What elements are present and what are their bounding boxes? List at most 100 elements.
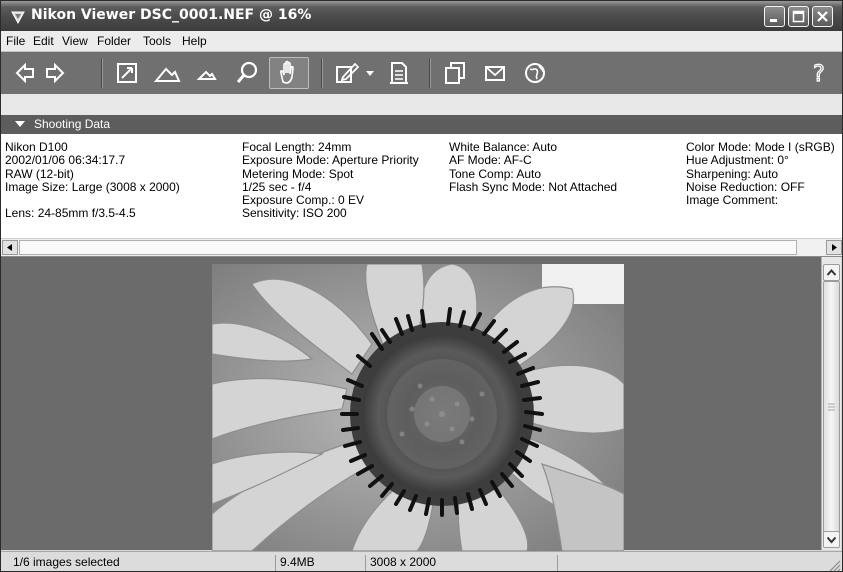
magnifier-icon bbox=[236, 61, 258, 83]
arrow-left-icon bbox=[7, 244, 12, 251]
horizontal-scroll-thumb[interactable] bbox=[19, 240, 797, 255]
arrow-right-icon bbox=[832, 244, 837, 251]
scroll-down-button[interactable] bbox=[823, 531, 840, 548]
back-icon bbox=[15, 62, 34, 84]
sensitivity: Sensitivity: ISO 200 bbox=[242, 206, 347, 221]
image-comment: Image Comment: bbox=[686, 193, 779, 208]
camera-model: Nikon D100 bbox=[5, 140, 68, 154]
color-mode: Color Mode: Mode I (sRGB) bbox=[686, 140, 835, 154]
grip-icon bbox=[828, 403, 835, 411]
image-viewer[interactable] bbox=[1, 257, 821, 551]
status-bar: 1/6 images selected 9.4MB 3008 x 2000 bbox=[1, 551, 842, 572]
status-file-size: 9.4MB bbox=[275, 555, 363, 571]
zoom-out-icon bbox=[196, 70, 217, 80]
minimize-button[interactable] bbox=[764, 6, 785, 27]
zoom-in-button[interactable] bbox=[153, 59, 181, 87]
magnifier-button[interactable] bbox=[233, 59, 261, 87]
sharpening: Sharpening: Auto bbox=[686, 166, 779, 181]
collapse-triangle-icon[interactable] bbox=[15, 121, 25, 127]
af-mode: AF Mode: AF-C bbox=[449, 153, 532, 168]
help-icon: ? bbox=[812, 61, 825, 87]
capture-date: 2002/01/06 06:34:17.7 bbox=[5, 153, 126, 168]
shooting-data-column-4: Color Mode: Mode I (sRGB) Hue Adjustment… bbox=[686, 140, 835, 208]
window-title: Nikon Viewer DSC_0001.NEF @ 16% bbox=[31, 7, 312, 23]
metering-mode: Metering Mode: Spot bbox=[242, 166, 354, 181]
toolbar-separator bbox=[101, 58, 103, 88]
svg-text:?: ? bbox=[813, 62, 825, 87]
title-bar[interactable]: Nikon Viewer DSC_0001.NEF @ 16% bbox=[1, 1, 842, 31]
toolbar-spacer bbox=[1, 94, 842, 115]
flash-sync-mode: Flash Sync Mode: Not Attached bbox=[449, 179, 618, 194]
menu-folder[interactable]: Folder bbox=[97, 34, 131, 48]
zoom-in-icon bbox=[153, 67, 181, 82]
maximize-button[interactable] bbox=[788, 6, 809, 27]
lens: Lens: 24-85mm f/3.5-4.5 bbox=[5, 206, 136, 221]
shooting-data-column-2: Focal Length: 24mm Exposure Mode: Apertu… bbox=[242, 140, 419, 221]
shooting-data-title: Shooting Data bbox=[34, 117, 111, 131]
menu-tools[interactable]: Tools bbox=[143, 34, 171, 48]
tone-comp: Tone Comp: Auto bbox=[449, 166, 542, 181]
hue-adjustment: Hue Adjustment: 0° bbox=[686, 153, 789, 168]
shooting-data-header[interactable]: Shooting Data bbox=[1, 115, 842, 134]
close-button[interactable] bbox=[812, 6, 833, 27]
status-extra bbox=[557, 555, 841, 571]
fit-screen-button[interactable] bbox=[113, 59, 141, 87]
edit-dropdown-button[interactable] bbox=[363, 59, 377, 87]
menu-bar: File Edit View Folder Tools Help bbox=[1, 31, 842, 52]
email-icon bbox=[485, 66, 505, 81]
properties-icon bbox=[390, 62, 408, 84]
help-button[interactable]: ? bbox=[803, 59, 833, 87]
resize-grip-icon[interactable] bbox=[827, 558, 841, 572]
minimize-icon bbox=[770, 19, 777, 22]
image-size: Image Size: Large (3008 x 2000) bbox=[5, 179, 180, 194]
edit-icon bbox=[336, 62, 360, 83]
app-icon bbox=[11, 11, 25, 25]
file-format: RAW (12-bit) bbox=[5, 166, 74, 181]
chevron-up-icon bbox=[826, 268, 837, 276]
shooting-data-column-1: Nikon D100 2002/01/06 06:34:17.7 RAW (12… bbox=[5, 140, 180, 221]
exposure-mode: Exposure Mode: Aperture Priority bbox=[242, 153, 419, 168]
edit-button[interactable] bbox=[333, 59, 361, 87]
shutter-aperture: 1/25 sec - f/4 bbox=[242, 179, 312, 194]
toolbar-separator bbox=[321, 58, 323, 88]
toolbar: ? bbox=[1, 52, 842, 95]
properties-button[interactable] bbox=[385, 59, 413, 87]
maximize-icon bbox=[792, 10, 805, 23]
scroll-up-button[interactable] bbox=[823, 264, 840, 281]
menu-edit[interactable]: Edit bbox=[33, 34, 54, 48]
scroll-left-button[interactable] bbox=[2, 240, 18, 255]
horizontal-scrollbar[interactable] bbox=[1, 238, 842, 257]
toolbar-separator bbox=[429, 58, 431, 88]
hand-icon bbox=[279, 60, 294, 84]
status-selection: 1/6 images selected bbox=[13, 555, 120, 569]
close-icon bbox=[817, 11, 828, 22]
menu-view[interactable]: View bbox=[62, 34, 88, 48]
dropdown-icon bbox=[366, 71, 374, 76]
status-dimensions: 3008 x 2000 bbox=[365, 555, 555, 571]
focal-length: Focal Length: 24mm bbox=[242, 140, 352, 154]
copy-button[interactable] bbox=[441, 59, 469, 87]
menu-file[interactable]: File bbox=[6, 34, 25, 48]
exposure-comp: Exposure Comp.: 0 EV bbox=[242, 193, 365, 208]
hand-tool-button[interactable] bbox=[269, 57, 309, 89]
back-button[interactable] bbox=[11, 59, 39, 87]
vertical-scroll-thumb[interactable] bbox=[823, 281, 840, 533]
menu-help[interactable]: Help bbox=[182, 34, 207, 48]
white-balance: White Balance: Auto bbox=[449, 140, 558, 154]
zoom-out-button[interactable] bbox=[193, 59, 221, 87]
noise-reduction: Noise Reduction: OFF bbox=[686, 179, 805, 194]
fit-screen-icon bbox=[117, 63, 137, 83]
email-button[interactable] bbox=[481, 59, 509, 87]
forward-icon bbox=[46, 62, 65, 84]
shooting-data-panel: Nikon D100 2002/01/06 06:34:17.7 RAW (12… bbox=[1, 134, 842, 238]
web-button[interactable] bbox=[521, 59, 549, 87]
app-window: Nikon Viewer DSC_0001.NEF @ 16% File Edi… bbox=[0, 0, 843, 572]
sunflower-image bbox=[212, 264, 624, 551]
shooting-data-column-3: White Balance: Auto AF Mode: AF-C Tone C… bbox=[449, 140, 618, 194]
scroll-right-button[interactable] bbox=[826, 240, 842, 255]
chevron-down-icon bbox=[826, 536, 837, 544]
copy-icon bbox=[445, 62, 465, 84]
vertical-scrollbar[interactable] bbox=[821, 257, 841, 550]
forward-button[interactable] bbox=[41, 59, 69, 87]
